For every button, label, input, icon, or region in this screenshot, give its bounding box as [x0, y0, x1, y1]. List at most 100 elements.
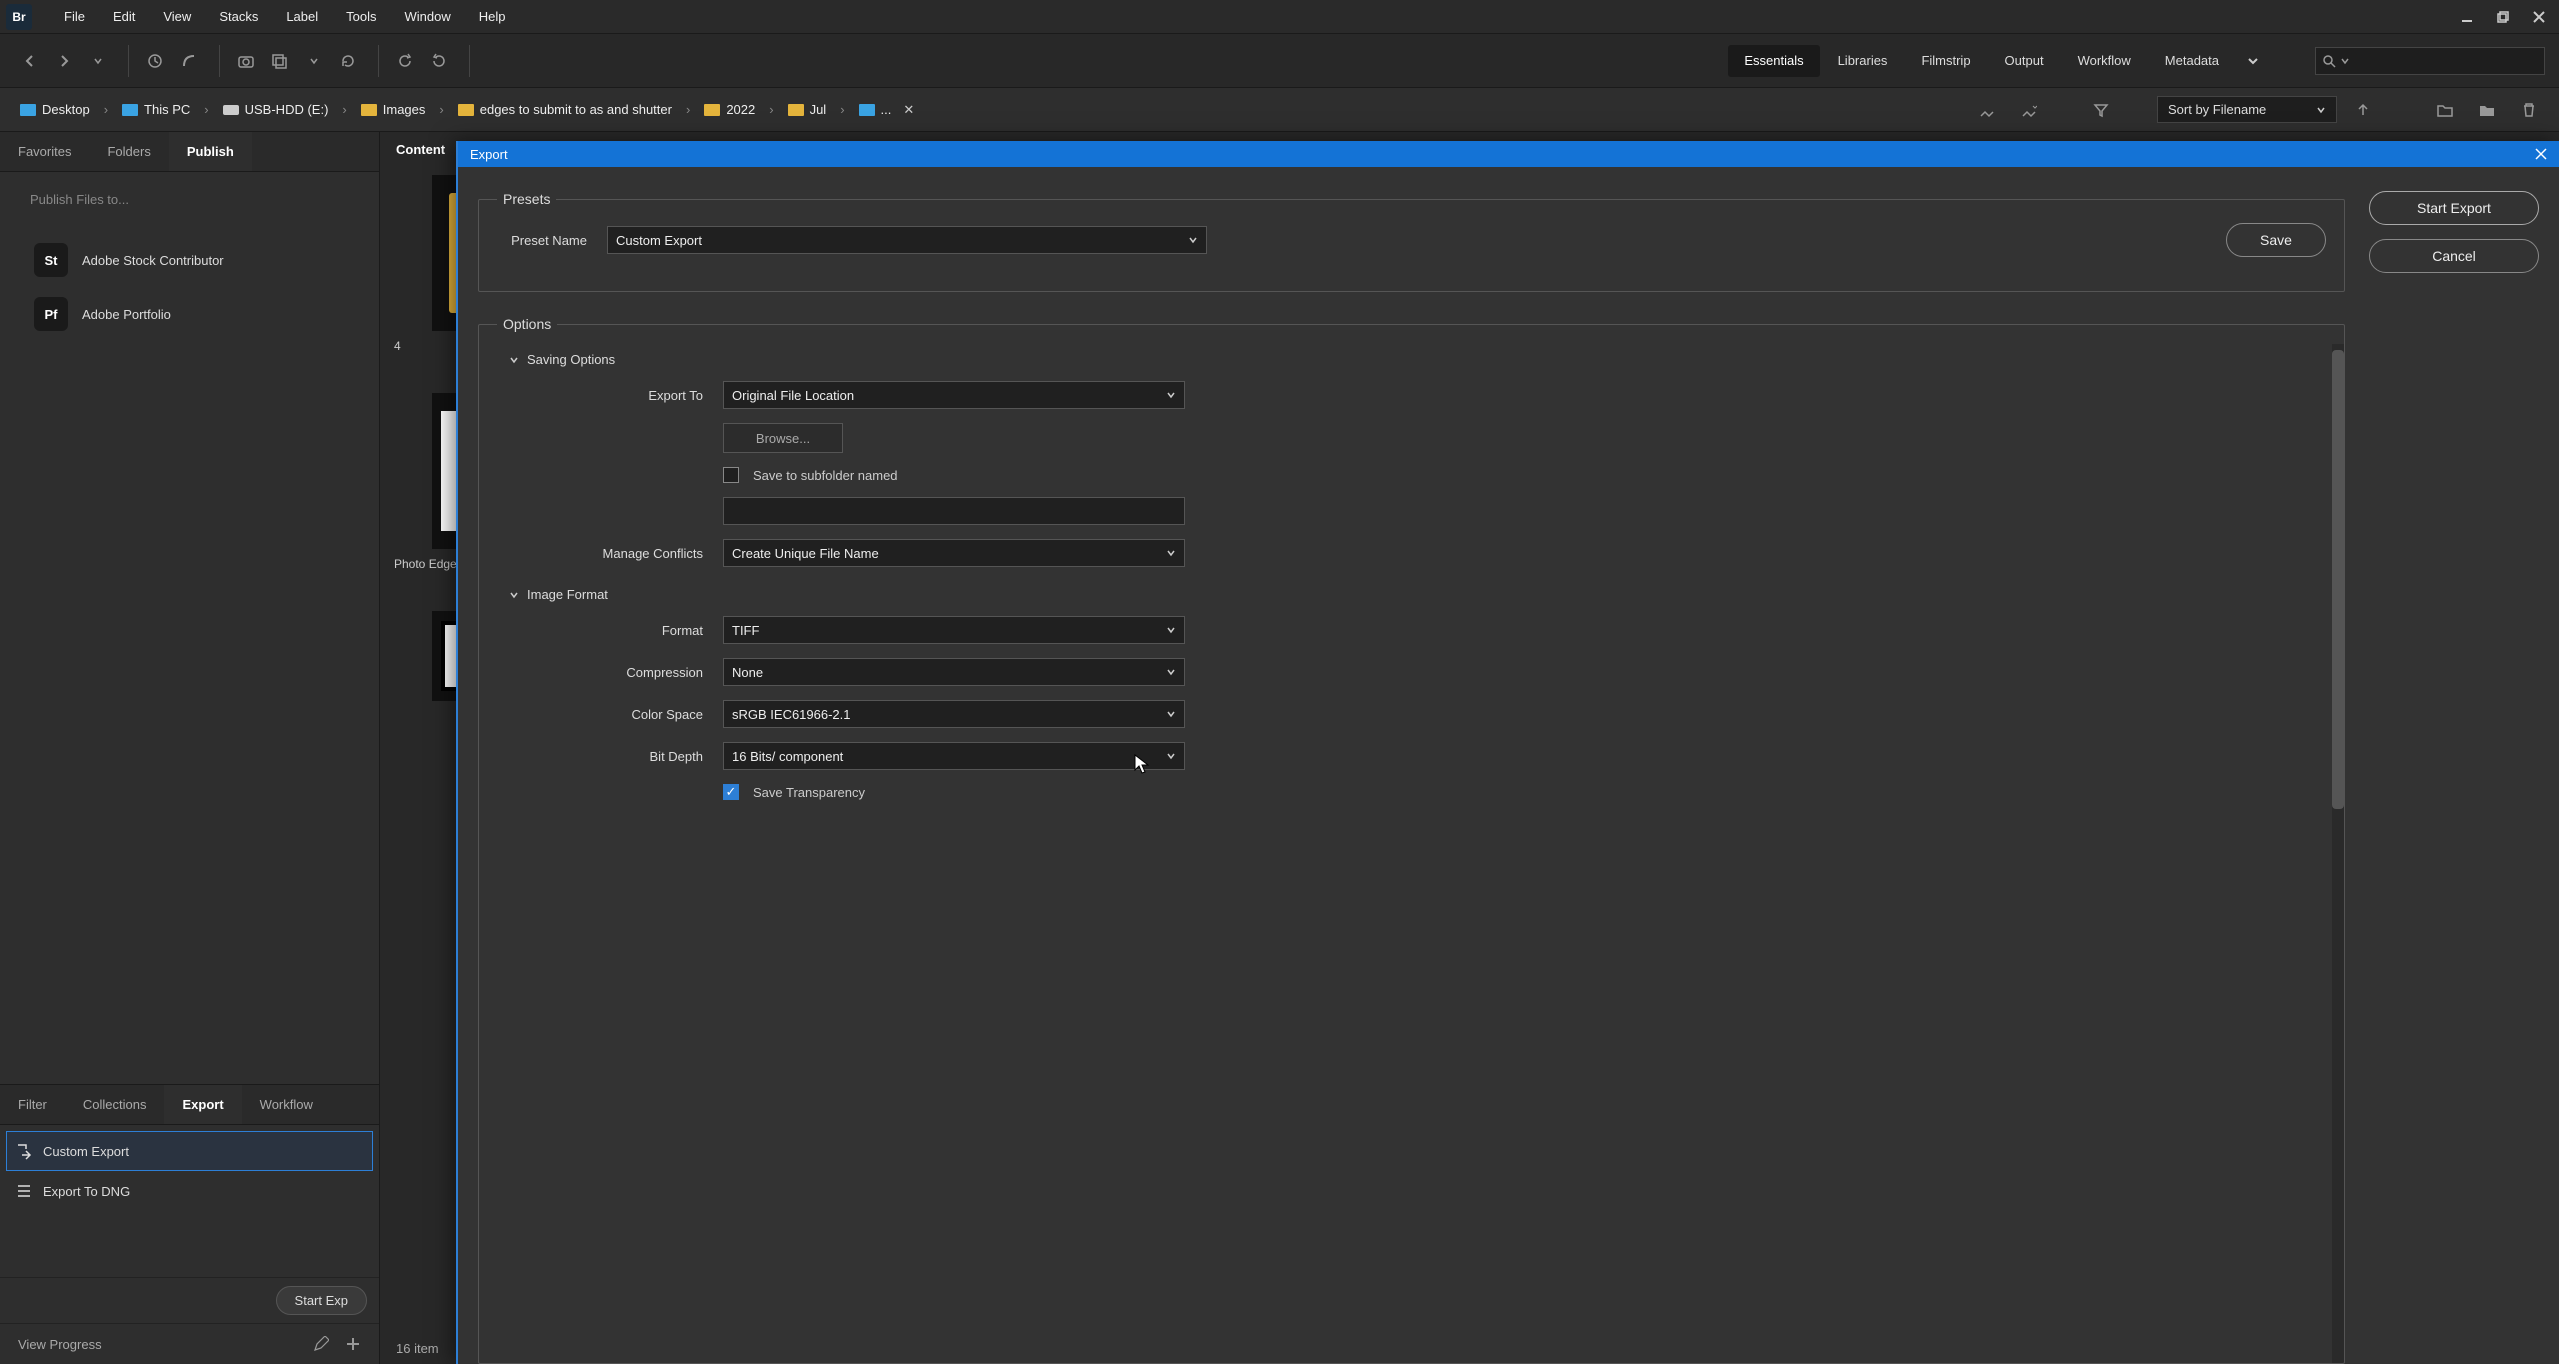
- close-icon[interactable]: ✕: [903, 102, 914, 118]
- export-to-label: Export To: [509, 388, 709, 403]
- chevron-down-icon: [1166, 709, 1176, 719]
- nav-forward-button[interactable]: [48, 45, 80, 77]
- history-button[interactable]: [139, 45, 171, 77]
- open-recent-dropdown[interactable]: [298, 45, 330, 77]
- saving-options-toggle[interactable]: Saving Options: [509, 352, 2326, 367]
- pencil-icon[interactable]: [313, 1336, 329, 1352]
- workspace-filmstrip[interactable]: Filmstrip: [1905, 45, 1986, 77]
- subfolder-name-input[interactable]: [723, 497, 1185, 525]
- menu-view[interactable]: View: [149, 3, 205, 30]
- export-preset-list: Custom Export Export To DNG: [0, 1125, 379, 1277]
- subfolder-checkbox[interactable]: [723, 467, 739, 483]
- crumb-2022[interactable]: 2022: [698, 98, 761, 121]
- workspace-more-dropdown[interactable]: [2237, 45, 2269, 77]
- plus-icon[interactable]: [345, 1336, 361, 1352]
- workspace-output[interactable]: Output: [1989, 45, 2060, 77]
- tab-filter[interactable]: Filter: [0, 1085, 65, 1124]
- rating-filter-dropdown[interactable]: [2013, 94, 2045, 126]
- start-export-button[interactable]: Start Export: [2369, 191, 2539, 225]
- tab-publish[interactable]: Publish: [169, 132, 252, 171]
- crumb-images[interactable]: Images: [355, 98, 432, 121]
- image-format-toggle[interactable]: Image Format: [509, 587, 2326, 602]
- sort-select[interactable]: Sort by Filename: [2157, 96, 2337, 123]
- nav-back-button[interactable]: [14, 45, 46, 77]
- filter-button[interactable]: [2085, 94, 2117, 126]
- start-export-mini-button[interactable]: Start Exp: [276, 1286, 367, 1315]
- window-close-button[interactable]: [2525, 6, 2553, 28]
- tab-collections[interactable]: Collections: [65, 1085, 165, 1124]
- crumb-desktop[interactable]: Desktop: [14, 98, 96, 121]
- menu-edit[interactable]: Edit: [99, 3, 149, 30]
- format-select[interactable]: TIFF: [723, 616, 1185, 644]
- publish-target-stock[interactable]: St Adobe Stock Contributor: [30, 233, 349, 287]
- desktop-icon: [20, 104, 36, 116]
- bitdepth-label: Bit Depth: [509, 749, 709, 764]
- chevron-down-icon: [1166, 548, 1176, 558]
- manage-conflicts-select[interactable]: Create Unique File Name: [723, 539, 1185, 567]
- bitdepth-select[interactable]: 16 Bits/ component: [723, 742, 1185, 770]
- camera-import-button[interactable]: [230, 45, 262, 77]
- options-scrollbar[interactable]: [2332, 344, 2344, 1363]
- crumb-overflow[interactable]: ...✕: [853, 98, 921, 122]
- refresh-button[interactable]: [332, 45, 364, 77]
- app-badge: Br: [6, 4, 32, 30]
- preset-name-value: Custom Export: [616, 233, 702, 248]
- menu-label[interactable]: Label: [272, 3, 332, 30]
- workspace-libraries[interactable]: Libraries: [1822, 45, 1904, 77]
- save-transparency-checkbox[interactable]: ✓: [723, 784, 739, 800]
- menu-help[interactable]: Help: [465, 3, 520, 30]
- compression-select[interactable]: None: [723, 658, 1185, 686]
- menu-tools[interactable]: Tools: [332, 3, 390, 30]
- sort-ascending-button[interactable]: [2347, 94, 2379, 126]
- publish-target-portfolio[interactable]: Pf Adobe Portfolio: [30, 287, 349, 341]
- browse-button[interactable]: Browse...: [723, 423, 843, 453]
- crumb-drive[interactable]: USB-HDD (E:): [217, 98, 335, 121]
- save-transparency-label: Save Transparency: [753, 785, 865, 800]
- menu-window[interactable]: Window: [391, 3, 465, 30]
- search-input[interactable]: [2315, 47, 2545, 75]
- export-dialog-titlebar[interactable]: Export: [458, 141, 2559, 167]
- rating-filter-button[interactable]: [1971, 94, 2003, 126]
- colorspace-select[interactable]: sRGB IEC61966-2.1: [723, 700, 1185, 728]
- crumb-edges[interactable]: edges to submit to as and shutter: [452, 98, 678, 121]
- menu-stacks[interactable]: Stacks: [205, 3, 272, 30]
- nav-recent-dropdown[interactable]: [82, 45, 114, 77]
- dialog-close-button[interactable]: [2535, 148, 2547, 160]
- export-to-select[interactable]: Original File Location: [723, 381, 1185, 409]
- new-folder-button[interactable]: [2471, 94, 2503, 126]
- cancel-button[interactable]: Cancel: [2369, 239, 2539, 273]
- crumb-jul[interactable]: Jul: [782, 98, 833, 121]
- workspace-essentials[interactable]: Essentials: [1728, 45, 1819, 77]
- open-recent-button[interactable]: [264, 45, 296, 77]
- workspace-metadata[interactable]: Metadata: [2149, 45, 2235, 77]
- window-minimize-button[interactable]: [2453, 6, 2481, 28]
- tab-workflow[interactable]: Workflow: [242, 1085, 331, 1124]
- chevron-down-icon: [2316, 105, 2326, 115]
- view-progress-row[interactable]: View Progress: [0, 1323, 379, 1364]
- crumb-thispc[interactable]: This PC: [116, 98, 196, 121]
- drive-icon: [223, 105, 239, 115]
- chevron-right-icon: ›: [338, 102, 350, 117]
- scrollbar-thumb[interactable]: [2332, 350, 2344, 809]
- delete-button[interactable]: [2513, 94, 2545, 126]
- open-folder-button[interactable]: [2429, 94, 2461, 126]
- boomerang-button[interactable]: [173, 45, 205, 77]
- preset-name-select[interactable]: Custom Export: [607, 226, 1207, 254]
- dialog-side-buttons: Start Export Cancel: [2369, 191, 2539, 1364]
- rotate-cw-button[interactable]: [423, 45, 455, 77]
- workspace-workflow[interactable]: Workflow: [2062, 45, 2147, 77]
- tab-folders[interactable]: Folders: [89, 132, 168, 171]
- folder-icon: [458, 104, 474, 116]
- format-value: TIFF: [732, 623, 759, 638]
- save-preset-button[interactable]: Save: [2226, 223, 2326, 257]
- menu-file[interactable]: File: [50, 3, 99, 30]
- export-preset-custom[interactable]: Custom Export: [6, 1131, 373, 1171]
- tab-favorites[interactable]: Favorites: [0, 132, 89, 171]
- left-lower-tabs: Filter Collections Export Workflow: [0, 1085, 379, 1125]
- window-restore-button[interactable]: [2489, 6, 2517, 28]
- rotate-ccw-button[interactable]: [389, 45, 421, 77]
- tab-export[interactable]: Export: [164, 1085, 241, 1124]
- computer-icon: [122, 104, 138, 116]
- chevron-down-icon: [509, 590, 519, 600]
- export-preset-dng[interactable]: Export To DNG: [6, 1171, 373, 1211]
